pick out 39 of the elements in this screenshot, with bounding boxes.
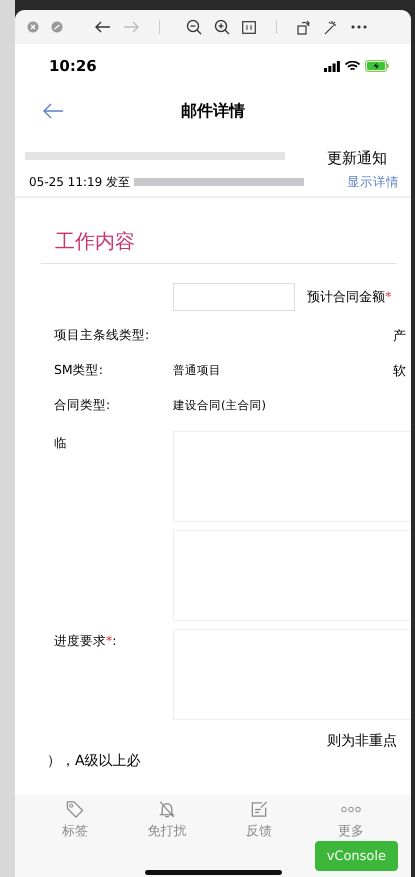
input-field[interactable]	[173, 283, 295, 311]
tab-item[interactable]: 更多	[305, 795, 397, 840]
minimize-icon[interactable]	[51, 21, 63, 33]
field-label: 进度要求*:	[54, 633, 116, 648]
field-value: 普通项目	[173, 363, 221, 377]
note-text: ），A级以上必	[46, 752, 142, 770]
bell-off-icon	[157, 800, 177, 819]
close-icon[interactable]	[27, 21, 39, 33]
field-label: 临	[54, 435, 67, 450]
magic-wand-icon[interactable]	[323, 19, 339, 35]
vconsole-button[interactable]: vConsole	[314, 841, 398, 871]
field-label: 产	[393, 328, 407, 344]
tab-item[interactable]: 反馈	[213, 795, 305, 840]
field-label: 合同类型:	[53, 397, 112, 414]
tag-icon	[65, 800, 85, 819]
page-title: 邮件详情	[181, 100, 245, 122]
section-title: 工作内容	[41, 198, 397, 264]
field-label: 项目主条线类型:	[53, 327, 150, 344]
mail-meta: 05-25 11:19 发至	[29, 174, 130, 190]
more-icon[interactable]	[351, 25, 367, 29]
note-text: 则为非重点	[327, 732, 397, 750]
zoom-in-icon[interactable]	[214, 19, 230, 35]
show-details-link[interactable]: 显示详情	[347, 174, 411, 190]
signal-icon	[324, 60, 340, 72]
back-icon[interactable]	[95, 21, 111, 33]
zoom-out-icon[interactable]	[186, 19, 202, 35]
tab-item[interactable]: 标签	[29, 795, 121, 840]
edit-icon	[249, 800, 269, 819]
field-label: 预计合同金额*	[307, 289, 392, 306]
wifi-icon	[345, 60, 360, 72]
field-label: 软	[393, 362, 407, 380]
field-label: SM类型:	[53, 362, 104, 379]
field-value: 建设合同(主合同)	[173, 398, 266, 412]
rotate-icon[interactable]	[297, 19, 311, 35]
mail-subject: 更新通知	[327, 149, 388, 168]
actual-size-icon[interactable]	[242, 20, 256, 34]
tab-item[interactable]: 免打扰	[121, 795, 213, 840]
status-time: 10:26	[49, 57, 97, 75]
battery-icon	[365, 60, 389, 72]
